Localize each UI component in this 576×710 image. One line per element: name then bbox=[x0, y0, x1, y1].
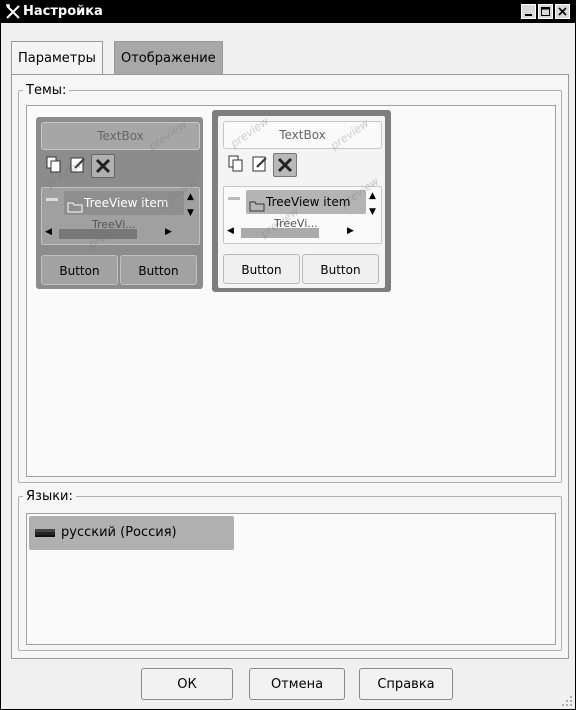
language-item-russian[interactable]: русский (Россия) bbox=[29, 516, 234, 550]
close-icon bbox=[558, 7, 567, 16]
scroll-right-arrow-icon: ▶ bbox=[165, 227, 172, 237]
tree-line-icon bbox=[46, 198, 58, 201]
theme-card-inner: TextBox TreeView item TreeVi... ◀ ▶ ▲ ▼ … bbox=[218, 115, 385, 288]
theme-textbox-preview: TextBox bbox=[41, 122, 200, 150]
maximize-button[interactable] bbox=[538, 4, 553, 19]
tree-item: TreeView item bbox=[64, 191, 184, 215]
tree-item-label: TreeView item bbox=[266, 195, 351, 209]
minimize-icon bbox=[525, 14, 532, 16]
edit-icon bbox=[67, 154, 89, 176]
themes-legend: Темы: bbox=[26, 83, 67, 98]
scroll-left-arrow-icon: ◀ bbox=[45, 227, 52, 237]
theme-tree-preview: TreeView item TreeVi... ◀ ▶ ▲ ▼ bbox=[223, 186, 382, 244]
theme-textbox-preview: TextBox bbox=[223, 121, 382, 149]
scroll-left-arrow-icon: ◀ bbox=[227, 226, 234, 236]
folder-icon bbox=[249, 196, 265, 220]
scroll-right-arrow-icon: ▶ bbox=[347, 226, 354, 236]
theme-tree-preview: TreeView item TreeVi... ◀ ▶ ▲ ▼ bbox=[41, 187, 200, 245]
copy-icon bbox=[225, 153, 247, 175]
tab-content: Темы: TextBox TreeView item TreeVi... ◀ … bbox=[11, 74, 569, 659]
delete-icon bbox=[273, 153, 297, 177]
delete-icon bbox=[91, 154, 115, 178]
maximize-icon bbox=[541, 7, 550, 16]
languages-list[interactable]: русский (Россия) bbox=[26, 513, 556, 645]
russia-flag-icon bbox=[35, 529, 55, 537]
close-button[interactable] bbox=[555, 4, 570, 19]
scroll-thumb bbox=[59, 229, 137, 239]
horizontal-scrollbar: ◀ ▶ bbox=[227, 226, 357, 240]
theme-button-preview: Button bbox=[41, 255, 118, 285]
ok-button[interactable]: ОК bbox=[141, 668, 233, 700]
tree-item-label: TreeView item bbox=[84, 196, 169, 210]
language-item-label: русский (Россия) bbox=[61, 525, 177, 540]
settings-window: Настройка Параметры Отображение Темы: Te… bbox=[0, 0, 576, 710]
copy-icon bbox=[43, 154, 65, 176]
scroll-down-arrow-icon: ▼ bbox=[369, 207, 376, 217]
minimize-button[interactable] bbox=[521, 4, 536, 19]
theme-card-dark[interactable]: TextBox TreeView item TreeVi... ◀ ▶ ▲ ▼ … bbox=[36, 117, 203, 289]
scroll-thumb bbox=[241, 228, 319, 238]
tools-icon bbox=[5, 4, 21, 20]
vertical-scrollbar: ▲ ▼ bbox=[369, 191, 379, 231]
theme-button-preview: Button bbox=[120, 255, 197, 285]
tree-line-icon bbox=[228, 197, 240, 200]
tab-parameters[interactable]: Параметры bbox=[11, 41, 103, 74]
scroll-down-arrow-icon: ▼ bbox=[187, 208, 194, 218]
vertical-scrollbar: ▲ ▼ bbox=[187, 192, 197, 232]
window-title: Настройка bbox=[23, 4, 103, 19]
title-bar[interactable]: Настройка bbox=[1, 1, 575, 23]
help-button[interactable]: Справка bbox=[359, 668, 453, 700]
languages-legend: Языки: bbox=[26, 489, 73, 504]
tab-display[interactable]: Отображение bbox=[114, 41, 223, 74]
tree-item: TreeView item bbox=[246, 190, 366, 214]
theme-card-light-selected[interactable]: TextBox TreeView item TreeVi... ◀ ▶ ▲ ▼ … bbox=[212, 110, 391, 292]
folder-icon bbox=[67, 197, 83, 221]
scroll-up-arrow-icon: ▲ bbox=[369, 191, 376, 201]
theme-button-preview: Button bbox=[223, 254, 300, 284]
edit-icon bbox=[249, 153, 271, 175]
resize-grip-icon[interactable] bbox=[561, 695, 573, 707]
theme-button-preview: Button bbox=[302, 254, 379, 284]
themes-list[interactable]: TextBox TreeView item TreeVi... ◀ ▶ ▲ ▼ … bbox=[26, 105, 556, 477]
horizontal-scrollbar: ◀ ▶ bbox=[45, 227, 175, 241]
scroll-up-arrow-icon: ▲ bbox=[187, 192, 194, 202]
cancel-button[interactable]: Отмена bbox=[249, 668, 345, 700]
